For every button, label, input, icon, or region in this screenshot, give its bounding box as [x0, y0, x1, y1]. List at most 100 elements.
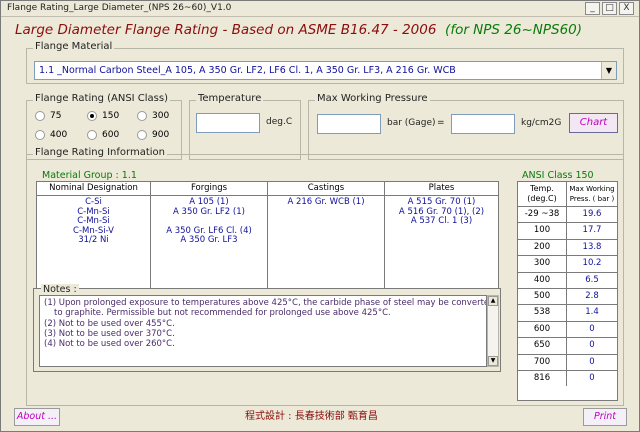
ansi-temp-cell: 400 [533, 274, 551, 285]
ansi-pressure-cell: 10.2 [566, 256, 617, 272]
material-group-label: Material Group : 1.1 [42, 170, 137, 181]
ansi-pressure-cell: 17.7 [566, 223, 617, 239]
ansi-row: 600 0 [518, 320, 617, 338]
radio-class-150[interactable]: 150 [87, 111, 119, 121]
pressure-bar-input[interactable] [317, 114, 381, 134]
ansi-row: 650 0 [518, 337, 617, 354]
radio-class-600[interactable]: 600 [87, 130, 119, 140]
ansi-temp-cell: -29 ~38 [524, 209, 560, 219]
print-button[interactable]: Print [583, 408, 627, 426]
notes-scrollbar[interactable]: ▲ ▼ [487, 295, 499, 367]
about-button[interactable]: About ... [14, 408, 60, 426]
radio-class-75[interactable]: 75 [35, 111, 61, 121]
title-bar: Flange Rating_Large Diameter_(NPS 26~60)… [1, 1, 639, 17]
notes-title: Notes : [41, 284, 79, 295]
ansi-pressure-cell: 19.6 [566, 207, 617, 223]
castings-cell: A 216 Gr. WCB (1) [287, 197, 365, 207]
window-title: Flange Rating_Large Diameter_(NPS 26~60)… [7, 3, 232, 13]
ansi-temp-cell: 600 [533, 323, 551, 334]
ansi-pressure-cell: 0 [566, 338, 617, 354]
flange-material-legend: Flange Material [33, 41, 115, 52]
flange-material-select[interactable]: 1.1 _Normal Carbon Steel_A 105, A 350 Gr… [34, 61, 617, 80]
nominal-cell: C-Si C-Mn-Si C-Mn-Si C-Mn-Si-V 31/2 Ni [73, 197, 114, 245]
ansi-row: 500 2.8 [518, 288, 617, 305]
max-pressure-legend: Max Working Pressure [315, 93, 430, 104]
chart-button[interactable]: Chart [569, 113, 618, 133]
radio-label: 600 [102, 130, 120, 140]
col-header-castings: Castings [268, 182, 384, 196]
ansi-table: Temp. (deg.C) Max Working Press. ( bar )… [517, 181, 618, 401]
temperature-input[interactable] [196, 113, 260, 133]
dropdown-arrow-icon[interactable]: ▼ [601, 62, 616, 79]
radio-label: 300 [152, 111, 170, 121]
radio-label: 75 [50, 111, 62, 121]
flange-material-group: Flange Material 1.1 _Normal Carbon Steel… [26, 41, 624, 84]
note-line: (2) Not to be used over 455°C. [44, 319, 175, 329]
ansi-pressure-cell: 0 [566, 371, 617, 387]
ansi-pressure-cell: 2.8 [566, 289, 617, 305]
ansi-row: 700 0 [518, 353, 617, 370]
col-header-plates: Plates [385, 182, 498, 196]
ansi-row: 300 10.2 [518, 255, 617, 272]
pressure-bar-unit: bar (Gage) [387, 118, 436, 128]
radio-label: 150 [102, 111, 120, 121]
ansi-pressure-cell: 0 [566, 321, 617, 338]
ansi-row: -29 ~38 19.6 [518, 206, 617, 223]
temperature-unit: deg.C [266, 117, 293, 127]
radio-class-300[interactable]: 300 [137, 111, 169, 121]
max-pressure-group: Max Working Pressure bar (Gage) = kg/cm2… [308, 93, 624, 160]
ansi-class-label: ANSI Class 150 [522, 170, 594, 181]
minimize-button[interactable]: _ [585, 2, 600, 15]
plates-cell: A 515 Gr. 70 (1) A 516 Gr. 70 (1), (2) A… [398, 197, 485, 226]
maximize-button[interactable]: □ [602, 2, 617, 15]
rating-info-legend: Flange Rating Information [33, 147, 167, 158]
flange-rating-legend: Flange Rating (ANSI Class) [33, 93, 171, 104]
ansi-pressure-cell: 1.4 [566, 305, 617, 321]
scroll-up-icon[interactable]: ▲ [488, 296, 498, 306]
radio-dot-icon [35, 130, 45, 140]
ansi-row: 538 1.4 [518, 304, 617, 321]
page-title: Large Diameter Flange Rating - Based on … [15, 22, 582, 38]
flange-material-value: 1.1 _Normal Carbon Steel_A 105, A 350 Gr… [39, 65, 456, 76]
ansi-pressure-cell: 0 [566, 354, 617, 370]
radio-dot-icon [137, 130, 147, 140]
note-line: (4) Not to be used over 260°C. [44, 339, 175, 349]
ansi-row: 400 6.5 [518, 271, 617, 288]
col-header-nominal: Nominal Designation [37, 182, 150, 196]
notes-textarea[interactable]: (1) Upon prolonged exposure to temperatu… [39, 295, 487, 367]
note-line: (3) Not to be used over 370°C. [44, 329, 175, 339]
app-window: Flange Rating_Large Diameter_(NPS 26~60)… [0, 0, 640, 432]
radio-class-900[interactable]: 900 [137, 130, 169, 140]
ansi-temp-cell: 538 [533, 307, 551, 318]
close-button[interactable]: X [619, 2, 634, 15]
radio-class-400[interactable]: 400 [35, 130, 67, 140]
page-title-nps: (for NPS 26~NPS60) [445, 22, 583, 38]
scroll-down-icon[interactable]: ▼ [488, 356, 498, 366]
radio-dot-selected-icon [87, 111, 97, 121]
ansi-temp-cell: 100 [533, 225, 551, 236]
material-table: Nominal Designation Forgings Castings Pl… [36, 181, 499, 299]
radio-dot-icon [35, 111, 45, 121]
page-title-main: Large Diameter Flange Rating - Based on … [15, 22, 437, 38]
pressure-kg-unit: kg/cm2G [521, 118, 562, 128]
ansi-temp-cell: 300 [533, 258, 551, 269]
temperature-group: Temperature deg.C [189, 93, 301, 160]
ansi-pressure-cell: 6.5 [566, 272, 617, 288]
ansi-head-press: Max Working Press. ( bar ) [566, 182, 617, 206]
radio-dot-icon [137, 111, 147, 121]
ansi-temp-cell: 650 [533, 340, 551, 351]
radio-label: 900 [152, 130, 170, 140]
ansi-temp-cell: 500 [533, 291, 551, 301]
ansi-row: 100 17.7 [518, 222, 617, 239]
pressure-kg-input[interactable] [451, 114, 515, 134]
col-header-forgings: Forgings [151, 182, 267, 196]
equals-sign: = [437, 118, 445, 128]
ansi-temp-cell: 700 [533, 356, 551, 367]
ansi-head-temp: Temp. (deg.C) [527, 184, 557, 203]
ansi-temp-cell: 816 [533, 373, 551, 383]
forgings-cell: A 105 (1) A 350 Gr. LF2 (1) A 350 Gr. LF… [166, 197, 252, 245]
temperature-legend: Temperature [196, 93, 264, 104]
ansi-temp-cell: 200 [533, 241, 551, 252]
ansi-row: 816 0 [518, 370, 617, 387]
credit-text: 程式設計 : 長春技術部 甄育昌 [245, 411, 378, 422]
